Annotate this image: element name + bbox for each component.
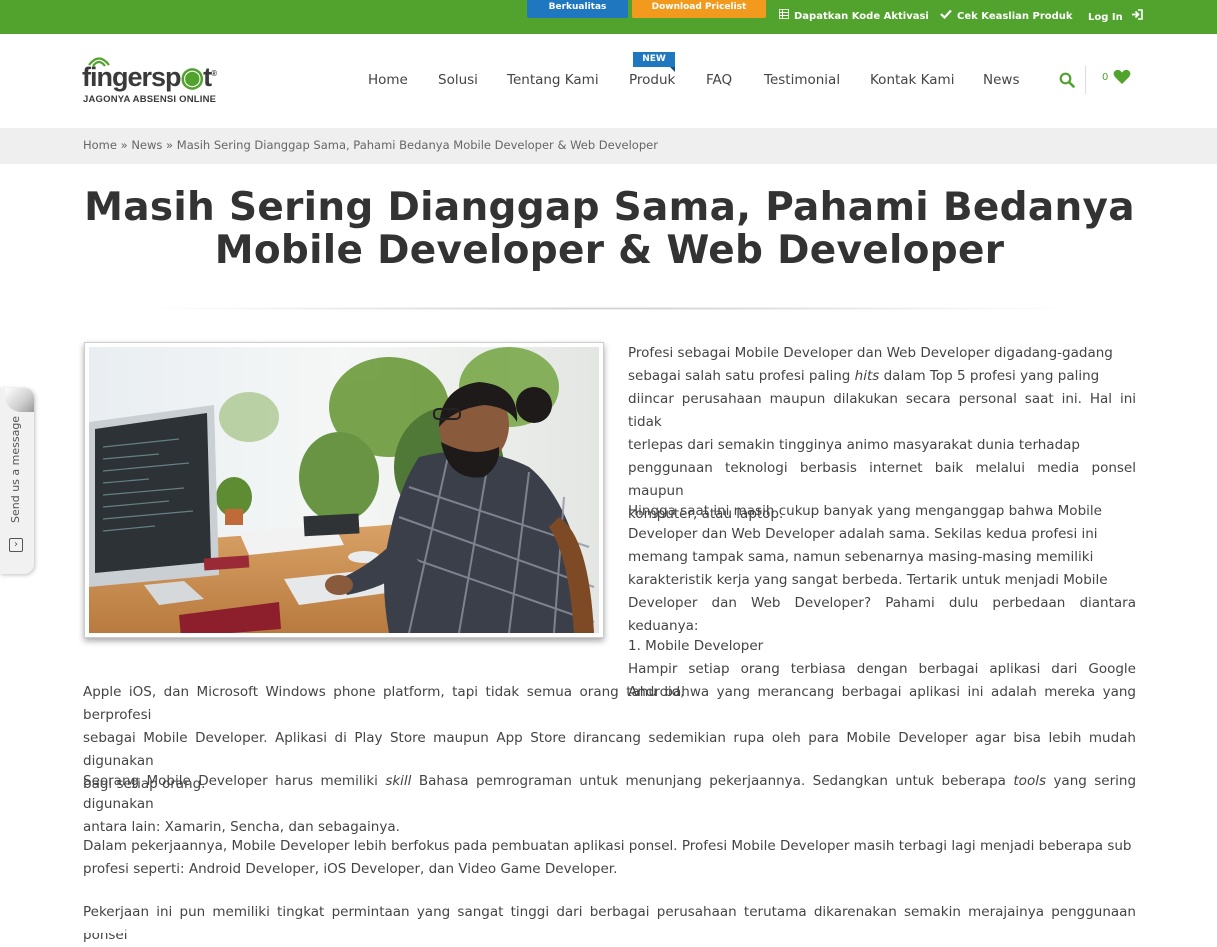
- nav-solusi[interactable]: Solusi: [438, 72, 478, 88]
- download-pricelist-button[interactable]: Download Pricelist: [632, 0, 766, 18]
- wishlist-count: 0: [1102, 72, 1109, 83]
- article-paragraph-4: Seorang Mobile Developer harus memiliki …: [83, 773, 1137, 835]
- article-title: Masih Sering Dianggap Sama, Pahami Bedan…: [84, 185, 1135, 273]
- nav-home[interactable]: Home: [368, 72, 408, 88]
- article-image: [84, 342, 604, 638]
- heart-icon: [1114, 69, 1131, 84]
- login-label: Log In: [1088, 12, 1123, 23]
- send-message-label: Send us a message: [9, 415, 22, 523]
- breadcrumb-news[interactable]: News: [131, 138, 162, 152]
- send-message-tab[interactable]: Send us a message ›: [0, 388, 34, 574]
- nav-kontak-kami[interactable]: Kontak Kami: [870, 72, 954, 88]
- berkualitas-button[interactable]: Berkualitas: [527, 0, 628, 18]
- message-icon: ›: [9, 538, 23, 552]
- nav-tentang-kami[interactable]: Tentang Kami: [507, 72, 599, 88]
- fingerspot-logo[interactable]: fingersp◉t® JAGONYA ABSENSI ONLINE: [82, 54, 232, 110]
- logo-tagline: JAGONYA ABSENSI ONLINE: [83, 94, 217, 105]
- nav-faq[interactable]: FAQ: [706, 72, 732, 88]
- check-authenticity-label: Cek Keaslian Produk: [957, 11, 1073, 22]
- article-paragraph-2: Hingga saat ini masih cukup banyak yang …: [628, 503, 1136, 634]
- title-divider: [130, 307, 1090, 310]
- logo-fingerprint-o: ◉: [180, 62, 205, 92]
- article-paragraph-1: Profesi sebagai Mobile Developer dan Web…: [628, 345, 1136, 522]
- top-bar: Berkualitas Download Pricelist Dapatkan …: [0, 0, 1217, 34]
- logo-wordmark: fingersp◉t®: [82, 62, 217, 92]
- breadcrumb-current: Masih Sering Dianggap Sama, Pahami Bedan…: [176, 138, 658, 152]
- nav-news[interactable]: News: [983, 72, 1019, 88]
- login-link[interactable]: Log In: [1088, 9, 1144, 25]
- check-authenticity-link[interactable]: Cek Keaslian Produk: [940, 9, 1073, 23]
- sign-in-icon: [1131, 9, 1144, 25]
- activation-code-link[interactable]: Dapatkan Kode Aktivasi: [778, 8, 929, 24]
- breadcrumb-home[interactable]: Home: [83, 138, 117, 152]
- wishlist-button[interactable]: 0: [1102, 69, 1131, 88]
- check-icon: [940, 9, 952, 24]
- nav-testimonial[interactable]: Testimonial: [764, 72, 840, 88]
- new-badge: NEW: [633, 52, 675, 72]
- grid-icon: [778, 8, 790, 24]
- article-paragraph-6: Pekerjaan ini pun memiliki tingkat permi…: [83, 904, 1136, 943]
- nav-produk[interactable]: Produk: [629, 72, 675, 88]
- developer-photo: [89, 347, 599, 633]
- page-curl-decoration: [5, 388, 34, 412]
- activation-code-label: Dapatkan Kode Aktivasi: [794, 11, 929, 22]
- search-icon[interactable]: [1059, 72, 1075, 92]
- breadcrumb-bar: Home » News » Masih Sering Dianggap Sama…: [0, 128, 1217, 164]
- site-header: fingersp◉t® JAGONYA ABSENSI ONLINE NEW H…: [0, 34, 1217, 128]
- article-paragraph-5: Dalam pekerjaannya, Mobile Developer leb…: [83, 838, 1132, 877]
- nav-divider: [1085, 66, 1086, 94]
- bottom-fade: [0, 925, 1217, 933]
- breadcrumb: Home » News » Masih Sering Dianggap Sama…: [83, 138, 658, 152]
